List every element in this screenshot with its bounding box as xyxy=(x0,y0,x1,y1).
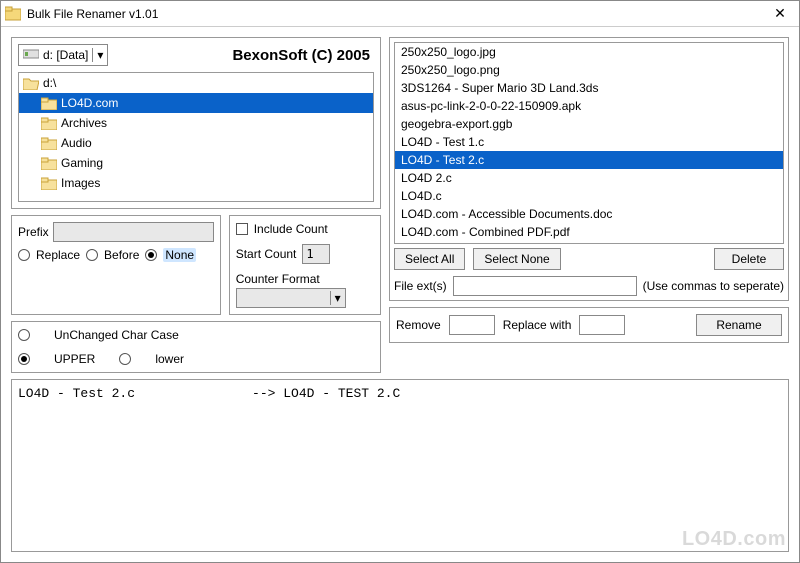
folder-icon xyxy=(41,97,57,110)
list-item[interactable]: LO4D.c xyxy=(395,187,783,205)
include-count-label: Include Count xyxy=(254,222,328,236)
remove-label: Remove xyxy=(396,318,441,332)
replace-with-input[interactable] xyxy=(579,315,625,335)
include-count-checkbox[interactable] xyxy=(236,223,248,235)
count-panel: Include Count Start Count Counter Format… xyxy=(229,215,381,315)
filelist-panel: 250x250_logo.jpg 250x250_logo.png 3DS126… xyxy=(389,37,789,301)
tree-item-label: Audio xyxy=(61,136,92,150)
prefix-label: Prefix xyxy=(18,225,49,239)
tree-root-label: d:\ xyxy=(43,76,56,90)
replace-with-label: Replace with xyxy=(503,318,572,332)
tree-item-label: Archives xyxy=(61,116,107,130)
folder-panel: d: [Data] ▾ BexonSoft (C) 2005 d:\ xyxy=(11,37,381,209)
rename-panel: Remove Replace with Rename xyxy=(389,307,789,343)
radio-lower[interactable] xyxy=(119,353,131,365)
rename-button[interactable]: Rename xyxy=(696,314,782,336)
list-item[interactable]: geogebra-export.ggb xyxy=(395,115,783,133)
folder-icon xyxy=(41,137,57,150)
app-icon xyxy=(5,6,21,22)
file-ext-hint: (Use commas to seperate) xyxy=(643,279,784,293)
counter-format-label: Counter Format xyxy=(236,272,320,286)
radio-lower-label: lower xyxy=(155,352,184,366)
list-item[interactable]: 3DS1264 - Super Mario 3D Land.3ds xyxy=(395,79,783,97)
tree-item-label: Gaming xyxy=(61,156,103,170)
radio-none[interactable] xyxy=(145,249,157,261)
radio-before[interactable] xyxy=(86,249,98,261)
folder-tree[interactable]: d:\ LO4D.com Archives Audio xyxy=(18,72,374,202)
list-item[interactable]: 250x250_logo.png xyxy=(395,61,783,79)
tree-item-label: Images xyxy=(61,176,100,190)
list-item[interactable]: asus-pc-link-2-0-0-22-150909.apk xyxy=(395,97,783,115)
prefix-panel: Prefix Replace Before None xyxy=(11,215,221,315)
list-item[interactable]: LO4D.com - Combined PDF.pdf xyxy=(395,223,783,241)
list-item[interactable]: LO4D.com - Accessible Documents.doc xyxy=(395,205,783,223)
start-count-input[interactable] xyxy=(302,244,330,264)
drive-label: d: [Data] xyxy=(43,48,88,62)
start-count-label: Start Count xyxy=(236,247,297,261)
window-title: Bulk File Renamer v1.01 xyxy=(27,7,765,21)
tree-item-archives[interactable]: Archives xyxy=(19,113,373,133)
folder-icon xyxy=(41,177,57,190)
folder-icon xyxy=(41,117,57,130)
counter-format-combo[interactable]: ▾ xyxy=(236,288,346,308)
file-list[interactable]: 250x250_logo.jpg 250x250_logo.png 3DS126… xyxy=(394,42,784,244)
chevron-down-icon: ▾ xyxy=(92,48,103,62)
select-none-button[interactable]: Select None xyxy=(473,248,560,270)
radio-before-label: Before xyxy=(104,248,139,262)
tree-item-audio[interactable]: Audio xyxy=(19,133,373,153)
tree-item-images[interactable]: Images xyxy=(19,173,373,193)
radio-unchanged-label: UnChanged Char Case xyxy=(54,328,179,342)
folder-icon xyxy=(41,157,57,170)
tree-item-label: LO4D.com xyxy=(61,96,118,110)
file-ext-label: File ext(s) xyxy=(394,279,447,293)
preview-output: LO4D - Test 2.c --> LO4D - TEST 2.C xyxy=(11,379,789,552)
list-item[interactable]: LO4D - Test 1.c xyxy=(395,133,783,151)
radio-upper[interactable] xyxy=(18,353,30,365)
radio-upper-label: UPPER xyxy=(54,352,95,366)
charcase-panel: UnChanged Char Case UPPER lower xyxy=(11,321,381,373)
watermark: LO4D.com xyxy=(682,528,786,551)
tree-item-gaming[interactable]: Gaming xyxy=(19,153,373,173)
list-item[interactable]: LO4D - Test 2.c xyxy=(395,151,783,169)
remove-input[interactable] xyxy=(449,315,495,335)
titlebar: Bulk File Renamer v1.01 ✕ xyxy=(1,1,799,27)
list-item[interactable]: LO4D 2.c xyxy=(395,169,783,187)
close-button[interactable]: ✕ xyxy=(765,5,795,22)
radio-unchanged[interactable] xyxy=(18,329,30,341)
delete-button[interactable]: Delete xyxy=(714,248,784,270)
radio-replace-label: Replace xyxy=(36,248,80,262)
brand-text: BexonSoft (C) 2005 xyxy=(116,47,374,64)
tree-root[interactable]: d:\ xyxy=(19,73,373,93)
select-all-button[interactable]: Select All xyxy=(394,248,465,270)
tree-item-lo4d[interactable]: LO4D.com xyxy=(19,93,373,113)
drive-select[interactable]: d: [Data] ▾ xyxy=(18,44,108,66)
radio-none-label: None xyxy=(163,248,196,262)
prefix-input[interactable] xyxy=(53,222,214,242)
list-item[interactable]: 250x250_logo.jpg xyxy=(395,43,783,61)
radio-replace[interactable] xyxy=(18,249,30,261)
file-ext-input[interactable] xyxy=(453,276,637,296)
chevron-down-icon: ▾ xyxy=(330,291,345,305)
drive-icon xyxy=(23,48,39,63)
folder-open-icon xyxy=(23,77,39,90)
